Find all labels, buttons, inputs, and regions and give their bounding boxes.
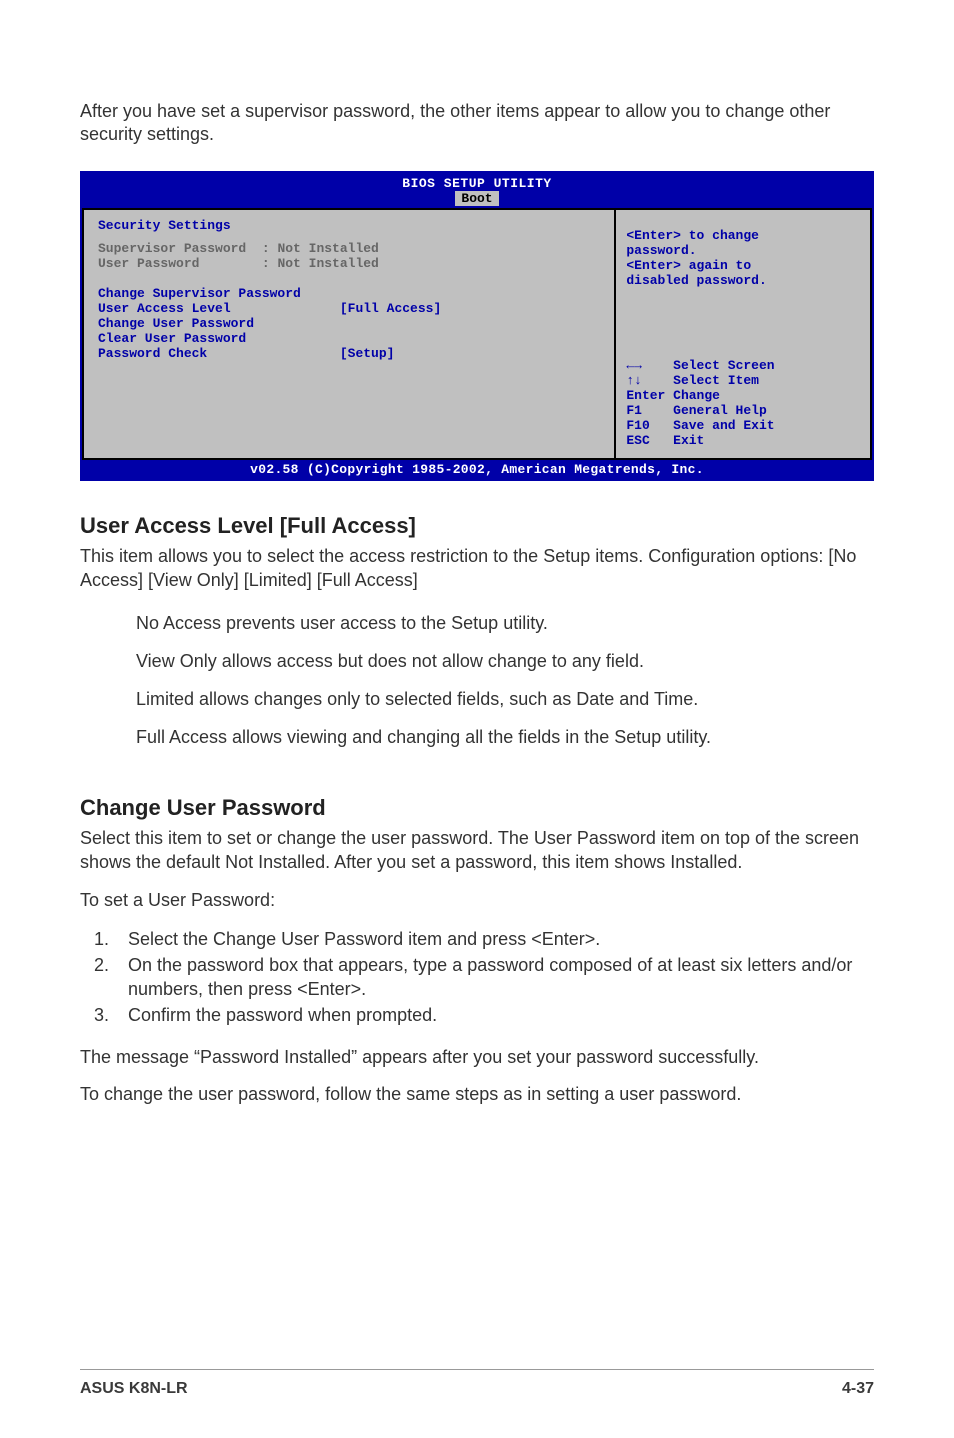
cup-step-2: On the password box that appears, type a… — [114, 953, 874, 1002]
ual-description: This item allows you to select the acces… — [80, 545, 874, 593]
cup-description: Select this item to set or change the us… — [80, 827, 874, 875]
nav-f1: F1 General Help — [626, 403, 860, 418]
nav-esc: ESC Exit — [626, 433, 860, 448]
password-check-row: Password Check [Setup] — [98, 346, 600, 361]
cup-steps: Select the Change User Password item and… — [114, 927, 874, 1030]
bios-copyright: v02.58 (C)Copyright 1985-2002, American … — [82, 460, 872, 479]
bios-screenshot: BIOS SETUP UTILITY Boot Security Setting… — [80, 171, 874, 481]
clear-user-password: Clear User Password — [98, 331, 600, 346]
bios-left-panel: Security Settings Supervisor Password : … — [82, 210, 616, 460]
cup-change: To change the user password, follow the … — [80, 1083, 874, 1107]
bios-title: BIOS SETUP UTILITY — [82, 173, 872, 191]
help-line-3: <Enter> again to — [626, 258, 860, 273]
supervisor-password-row: Supervisor Password : Not Installed — [98, 241, 600, 256]
ual-option-no-access: No Access prevents user access to the Se… — [136, 612, 874, 636]
footer-right: 4-37 — [842, 1380, 874, 1398]
nav-enter-change: Enter Change — [626, 388, 860, 403]
security-settings-title: Security Settings — [98, 218, 600, 233]
bios-tab-boot: Boot — [455, 191, 498, 206]
cup-step-3: Confirm the password when prompted. — [114, 1003, 874, 1027]
user-password-row: User Password : Not Installed — [98, 256, 600, 271]
nav-f10: F10 Save and Exit — [626, 418, 860, 433]
bios-tab-row: Boot — [82, 191, 872, 208]
help-line-2: password. — [626, 243, 860, 258]
intro-paragraph: After you have set a supervisor password… — [80, 100, 874, 147]
help-line-4: disabled password. — [626, 273, 860, 288]
heading-change-user-password: Change User Password — [80, 795, 874, 821]
ual-option-view-only: View Only allows access but does not all… — [136, 650, 874, 674]
heading-user-access-level: User Access Level [Full Access] — [80, 513, 874, 539]
cup-toset: To set a User Password: — [80, 889, 874, 913]
cup-step-1: Select the Change User Password item and… — [114, 927, 874, 951]
help-line-1: <Enter> to change — [626, 228, 860, 243]
ual-option-limited: Limited allows changes only to selected … — [136, 688, 874, 712]
footer-left: ASUS K8N-LR — [80, 1380, 188, 1398]
change-supervisor-password: Change Supervisor Password — [98, 286, 600, 301]
ual-option-full-access: Full Access allows viewing and changing … — [136, 726, 874, 750]
nav-select-item: ↑↓ Select Item — [626, 373, 860, 388]
cup-success: The message “Password Installed” appears… — [80, 1046, 874, 1070]
bios-help-panel: <Enter> to change password. <Enter> agai… — [616, 210, 872, 460]
page-footer: ASUS K8N-LR 4-37 — [80, 1369, 874, 1398]
nav-select-screen: ←→ Select Screen — [626, 358, 860, 373]
change-user-password: Change User Password — [98, 316, 600, 331]
user-access-level-row: User Access Level [Full Access] — [98, 301, 600, 316]
